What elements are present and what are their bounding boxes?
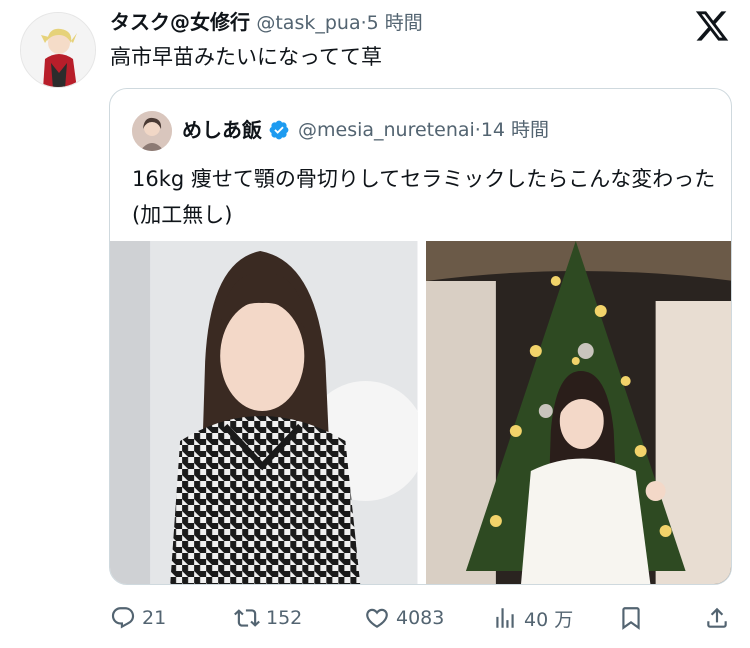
retweet-count: 152	[266, 607, 303, 629]
user-photo-avatar-icon	[132, 111, 172, 151]
author-handle[interactable]: @task_pua	[256, 12, 360, 34]
quoted-display-name[interactable]: めしあ飯	[182, 115, 262, 145]
share-icon	[707, 607, 727, 628]
views-button[interactable]: 40 万	[492, 598, 573, 638]
quoted-handle[interactable]: @mesia_nuretenai	[298, 115, 475, 145]
anime-character-avatar-icon	[21, 13, 95, 87]
photo-after[interactable]	[425, 241, 731, 584]
quoted-tweet-card[interactable]: めしあ飯 @mesia_nuretenai · 14 時間 16kg 痩せて顎の骨切…	[109, 88, 732, 585]
bar-chart-icon	[496, 608, 514, 628]
photo-before-houndstooth-icon	[110, 241, 418, 584]
quoted-author-avatar[interactable]	[132, 111, 172, 151]
quoted-text: 16kg 痩せて顎の骨切りしてセラミックしたらこんな変わった (加工無し)	[132, 167, 716, 227]
tweet-time[interactable]: 5 時間	[367, 12, 423, 34]
author-display-name[interactable]: タスク@女修行	[110, 10, 250, 34]
retweet-button[interactable]: 152	[234, 598, 302, 638]
tweet-header: タスク@女修行 @task_pua·5 時間	[110, 8, 423, 37]
tweet-actions: 21 152 4083 40 万	[0, 598, 750, 638]
like-button[interactable]: 4083	[364, 598, 444, 638]
share-button[interactable]	[704, 598, 736, 638]
reply-button[interactable]: 21	[110, 598, 166, 638]
quoted-time[interactable]: 14 時間	[481, 115, 549, 145]
heart-icon	[366, 608, 388, 628]
x-logo-icon[interactable]	[694, 8, 730, 44]
quoted-photos	[110, 241, 731, 584]
bookmark-button[interactable]	[618, 598, 650, 638]
author-avatar[interactable]	[20, 12, 96, 88]
retweet-icon	[234, 609, 260, 627]
tweet-text: 高市早苗みたいになってて草	[110, 45, 382, 69]
like-count: 4083	[396, 607, 445, 629]
photo-after-christmas-tree-icon	[425, 241, 731, 584]
quoted-header: めしあ飯 @mesia_nuretenai · 14 時間	[182, 115, 549, 145]
verified-badge-icon	[269, 120, 289, 140]
reply-count: 21	[142, 607, 167, 629]
views-count: 40 万	[524, 608, 574, 631]
bookmark-icon	[622, 607, 640, 630]
photo-before[interactable]	[110, 241, 418, 584]
reply-icon	[111, 607, 135, 629]
